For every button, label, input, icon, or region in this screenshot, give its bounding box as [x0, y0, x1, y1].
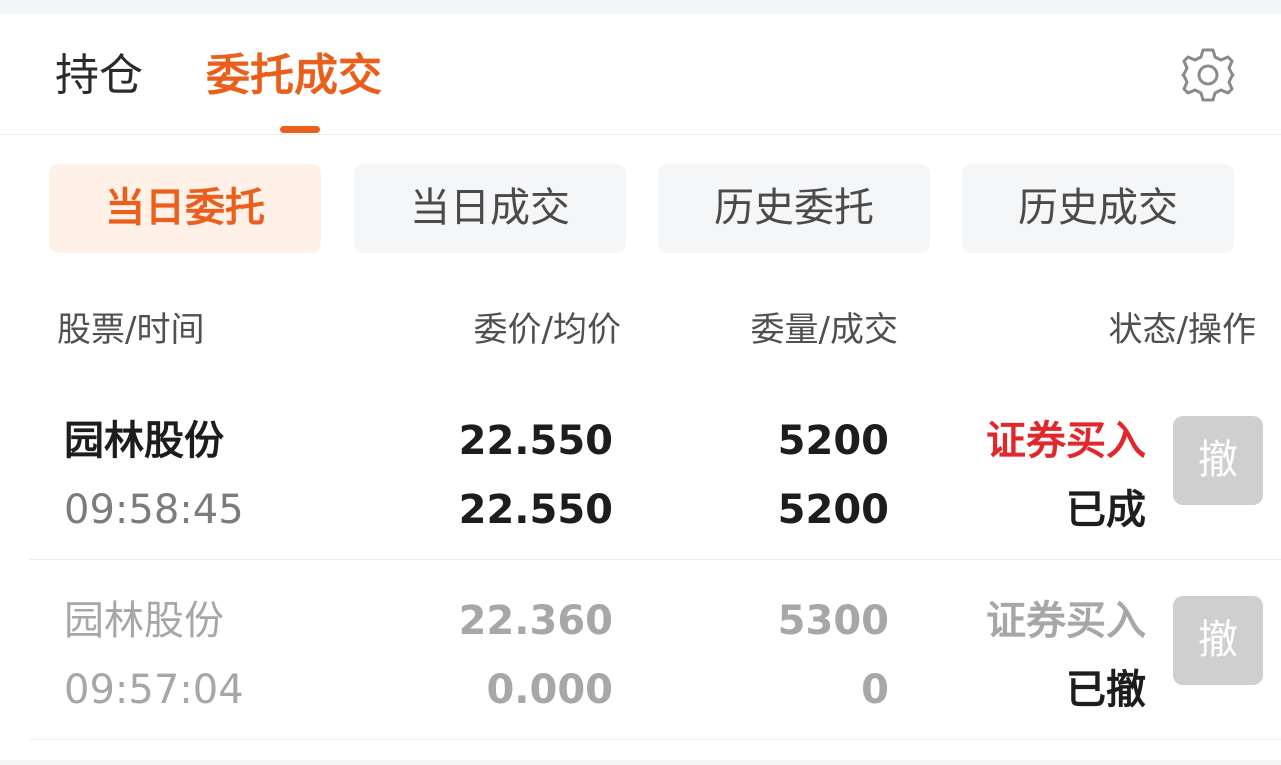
active-tab-indicator	[280, 126, 320, 133]
gear-icon[interactable]	[1177, 44, 1239, 106]
cancel-order-button[interactable]: 撤	[1173, 596, 1263, 685]
row-divider	[30, 739, 1281, 740]
order-status: 已撤	[1066, 667, 1146, 713]
stock-name: 园林股份	[64, 598, 224, 644]
table-row[interactable]: 园林股份 09:58:45 22.550 22.550 5200 5200 证券…	[0, 380, 1281, 560]
order-type: 证券买入	[986, 598, 1146, 644]
filled-quantity: 5200	[777, 487, 889, 533]
cancel-order-button[interactable]: 撤	[1173, 416, 1263, 505]
sub-tabs: 当日委托 当日成交 历史委托 历史成交	[0, 164, 1281, 254]
tab-positions[interactable]: 持仓	[55, 50, 143, 102]
order-time: 09:57:04	[64, 667, 244, 713]
status-bar-strip	[0, 0, 1281, 14]
subtab-today-orders[interactable]: 当日委托	[49, 164, 321, 253]
subtab-history-orders[interactable]: 历史委托	[658, 164, 930, 253]
header-price: 委价/均价	[473, 310, 621, 350]
order-status: 已成	[1066, 487, 1146, 533]
header-stock-time: 股票/时间	[57, 310, 205, 350]
order-time: 09:58:45	[64, 487, 244, 533]
subtab-today-trades[interactable]: 当日成交	[354, 164, 626, 253]
order-quantity: 5200	[777, 418, 889, 464]
order-price: 22.360	[458, 598, 613, 644]
stock-name: 园林股份	[64, 418, 224, 464]
order-price: 22.550	[458, 418, 613, 464]
order-quantity: 5300	[777, 598, 889, 644]
order-type: 证券买入	[986, 418, 1146, 464]
table-row[interactable]: 园林股份 09:57:04 22.360 0.000 5300 0 证券买入 已…	[0, 560, 1281, 740]
bottom-strip	[0, 760, 1281, 765]
avg-price: 22.550	[458, 487, 613, 533]
filled-quantity: 0	[861, 667, 889, 713]
subtab-history-trades[interactable]: 历史成交	[962, 164, 1234, 253]
tab-orders-trades[interactable]: 委托成交	[206, 50, 382, 102]
main-tabs: 持仓 委托成交	[0, 14, 1281, 135]
avg-price: 0.000	[486, 667, 613, 713]
header-status-action: 状态/操作	[1108, 310, 1256, 350]
header-quantity: 委量/成交	[750, 310, 898, 350]
